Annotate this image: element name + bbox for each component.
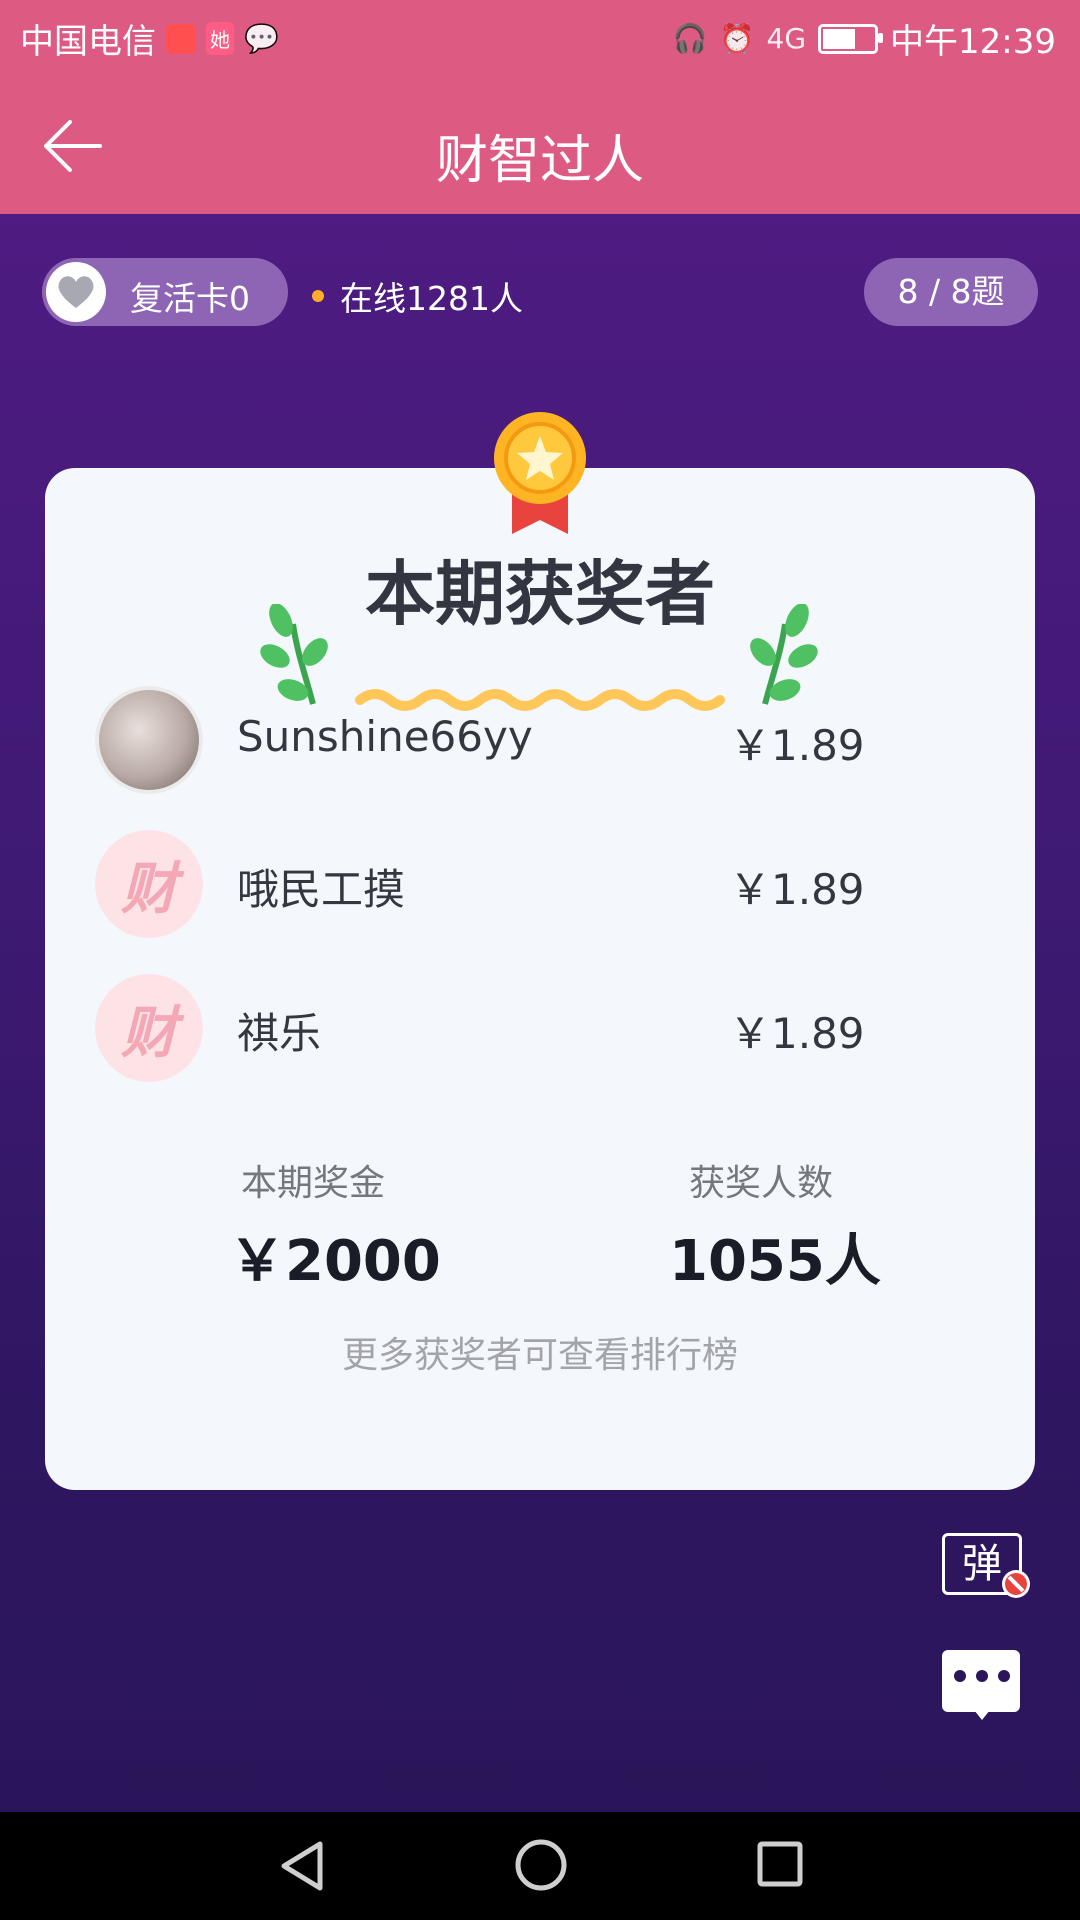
- system-nav-bar: [0, 1812, 1080, 1920]
- winner-name: Sunshine66yy: [237, 712, 533, 761]
- online-label: 在线1281人: [340, 279, 523, 318]
- headset-icon: 🎧: [672, 22, 708, 55]
- page-title: 财智过人: [435, 131, 644, 191]
- winner-amount: ￥1.89: [729, 865, 865, 914]
- signal-icon: 4G: [766, 22, 807, 55]
- wechat-icon: 💬: [244, 22, 279, 55]
- nav-recent-icon[interactable]: [756, 1840, 804, 1888]
- prize-label: 本期奖金: [241, 1163, 386, 1204]
- nav-home-icon[interactable]: [514, 1838, 568, 1892]
- winner-name: 祺乐: [237, 1009, 322, 1058]
- online-count: 在线1281人: [312, 272, 523, 320]
- heart-icon-container: [46, 262, 106, 322]
- winner-amount: ￥1.89: [729, 721, 865, 770]
- app2-notification-icon: 她: [206, 22, 234, 55]
- revive-card-count: 复活卡0: [130, 279, 250, 318]
- winners-count-label: 获奖人数: [689, 1163, 834, 1204]
- status-bar: 中国电信 她 💬 🎧 ⏰ 4G 中午12:39: [0, 0, 1080, 74]
- alarm-icon: ⏰: [719, 22, 755, 55]
- ban-icon: [1002, 1570, 1030, 1598]
- app-notification-icon: [166, 23, 196, 54]
- chat-dots-icon: [954, 1670, 1010, 1682]
- card-title-area: 本期获奖者: [45, 538, 1035, 711]
- carrier-label: 中国电信: [20, 22, 156, 62]
- avatar: [95, 686, 203, 794]
- chat-button[interactable]: [942, 1650, 1020, 1720]
- winners-card: 本期获奖者 Sunshine66yy ￥1.89 财 哦民工摸 ￥1.89 财 …: [45, 468, 1035, 1490]
- online-dot-icon: [312, 290, 324, 302]
- avatar: 财: [95, 974, 203, 1082]
- clock: 中午12:39: [890, 22, 1056, 62]
- heart-icon: [58, 276, 94, 308]
- prize-value: ￥2000: [229, 1229, 441, 1294]
- battery-icon: [818, 23, 884, 54]
- app-header: 财智过人: [0, 74, 1080, 214]
- winner-name: 哦民工摸: [237, 865, 406, 914]
- winner-row: Sunshine66yy ￥1.89: [95, 686, 995, 798]
- avatar: 财: [95, 830, 203, 938]
- winner-amount: ￥1.89: [729, 1009, 865, 1058]
- revive-card-pill[interactable]: 复活卡0: [42, 258, 288, 326]
- question-progress-badge: 8 / 8题: [864, 258, 1038, 326]
- winner-row: 财 哦民工摸 ￥1.89: [95, 830, 995, 942]
- card-title: 本期获奖者: [365, 553, 715, 635]
- winner-row: 财 祺乐 ￥1.89: [95, 974, 995, 1086]
- winners-count-value: 1055人: [669, 1229, 881, 1294]
- gold-medal-icon: [494, 412, 586, 534]
- leaderboard-note: 更多获奖者可查看排行榜: [341, 1335, 738, 1376]
- nav-back-icon[interactable]: [276, 1838, 328, 1894]
